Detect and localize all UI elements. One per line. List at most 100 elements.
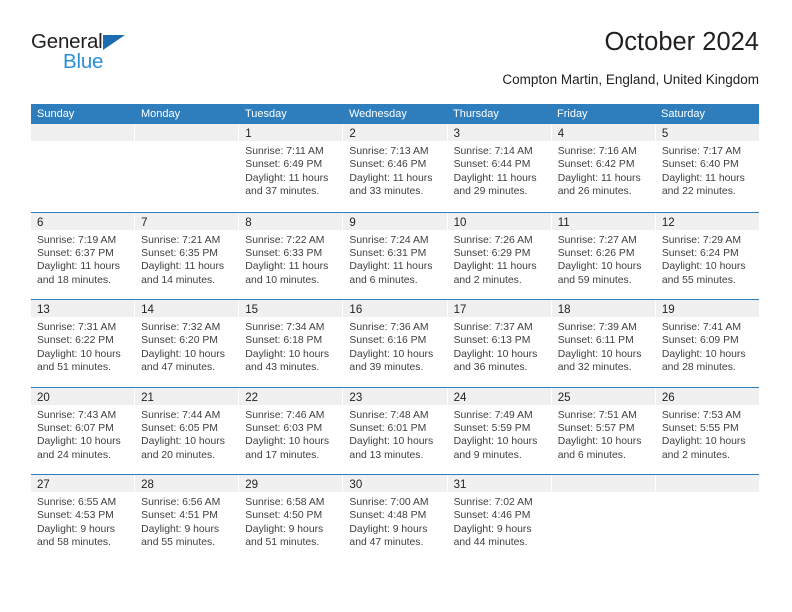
day-cell[interactable]: 22 Sunrise: 7:46 AM Sunset: 6:03 PM Dayl… [239,387,344,474]
day-number: 19 [661,304,675,316]
day-cell[interactable]: 25 Sunrise: 7:51 AM Sunset: 5:57 PM Dayl… [551,387,656,474]
day-cell[interactable]: 27 Sunrise: 6:55 AM Sunset: 4:53 PM Dayl… [31,475,136,562]
triangle-icon [102,35,125,50]
day-number-band: 10 [447,212,551,230]
day-cell[interactable] [31,124,136,212]
day-cell[interactable]: 18 Sunrise: 7:39 AM Sunset: 6:11 PM Dayl… [551,300,656,387]
day-number: 11 [557,216,570,229]
day-cell[interactable] [135,124,240,212]
daylight-text-line1: Daylight: 10 hours [141,348,225,360]
daylight-text-line1: Daylight: 10 hours [245,436,330,448]
day-cell[interactable]: 3 Sunrise: 7:14 AM Sunset: 6:44 PM Dayli… [447,124,552,212]
sunrise-text: Sunrise: 7:11 AM [245,146,324,157]
day-cell[interactable]: 7 Sunrise: 7:21 AM Sunset: 6:35 PM Dayli… [135,212,240,299]
daylight-text-line1: Daylight: 9 hours [453,523,532,535]
day-cell[interactable]: 20 Sunrise: 7:43 AM Sunset: 6:07 PM Dayl… [31,387,136,474]
day-cell[interactable]: 9 Sunrise: 7:24 AM Sunset: 6:31 PM Dayli… [343,212,448,299]
day-number-band [135,124,239,141]
sunrise-text: Sunrise: 7:27 AM [557,234,637,246]
day-cell[interactable]: 2 Sunrise: 7:13 AM Sunset: 6:46 PM Dayli… [343,124,448,212]
daylight-text-line1: Daylight: 10 hours [661,436,746,448]
day-cell[interactable]: 11 Sunrise: 7:27 AM Sunset: 6:26 PM Dayl… [551,212,656,299]
sunset-text: Sunset: 6:37 PM [37,247,114,259]
sunset-text: Sunset: 6:33 PM [245,247,323,259]
day-cell[interactable]: 15 Sunrise: 7:34 AM Sunset: 6:18 PM Dayl… [239,300,344,387]
day-cell[interactable]: 29 Sunrise: 6:58 AM Sunset: 4:50 PM Dayl… [239,475,344,562]
day-info: Sunrise: 7:31 AM Sunset: 6:22 PM Dayligh… [31,317,134,375]
weekday-header-sunday: Sunday [37,108,75,120]
day-info: Sunrise: 7:02 AM Sunset: 4:46 PM Dayligh… [448,492,551,550]
day-cell[interactable]: 14 Sunrise: 7:32 AM Sunset: 6:20 PM Dayl… [135,300,240,387]
daylight-text-line1: Daylight: 10 hours [37,348,121,360]
day-cell[interactable]: 31 Sunrise: 7:02 AM Sunset: 4:46 PM Dayl… [447,475,552,562]
sunrise-text: Sunrise: 7:24 AM [349,234,429,246]
day-cell[interactable]: 19 Sunrise: 7:41 AM Sunset: 6:09 PM Dayl… [655,300,759,387]
day-number: 1 [245,128,252,140]
brand-name-blue: Blue [63,50,104,73]
calendar-week-row: 6 Sunrise: 7:19 AM Sunset: 6:37 PM Dayli… [31,211,759,300]
daylight-text-line2: and 14 minutes. [141,274,216,286]
daylight-text-line2: and 10 minutes. [245,274,320,286]
sunset-text: Sunset: 6:44 PM [453,159,531,171]
sunset-text: Sunset: 4:46 PM [453,510,531,522]
day-cell[interactable]: 17 Sunrise: 7:37 AM Sunset: 6:13 PM Dayl… [447,300,552,387]
day-cell[interactable]: 28 Sunrise: 6:56 AM Sunset: 4:51 PM Dayl… [135,475,240,562]
day-cell[interactable]: 1 Sunrise: 7:11 AM Sunset: 6:49 PM Dayli… [239,124,344,212]
day-cell[interactable]: 26 Sunrise: 7:53 AM Sunset: 5:55 PM Dayl… [655,387,759,475]
daylight-text-line2: and 13 minutes. [349,449,424,461]
day-cell[interactable]: 8 Sunrise: 7:22 AM Sunset: 6:33 PM Dayli… [239,212,344,299]
day-cell[interactable]: 16 Sunrise: 7:36 AM Sunset: 6:16 PM Dayl… [343,300,448,387]
day-number-band: 22 [239,387,343,405]
page-subtitle: Compton Martin, England, United Kingdom [502,72,759,87]
day-cell[interactable]: 13 Sunrise: 7:31 AM Sunset: 6:22 PM Dayl… [31,300,136,387]
day-cell[interactable]: 24 Sunrise: 7:49 AM Sunset: 5:59 PM Dayl… [447,387,552,474]
daylight-text-line1: Daylight: 9 hours [141,523,220,535]
day-number: 24 [453,391,467,404]
daylight-text-line1: Daylight: 10 hours [453,436,538,448]
day-number-band: 9 [343,212,447,230]
day-cell[interactable] [551,475,656,562]
day-number: 7 [141,216,148,229]
sunset-text: Sunset: 6:22 PM [37,335,114,347]
daylight-text-line2: and 37 minutes. [245,186,320,198]
day-info: Sunrise: 7:34 AM Sunset: 6:18 PM Dayligh… [239,317,342,375]
daylight-text-line1: Daylight: 11 hours [661,172,745,184]
day-cell[interactable]: 10 Sunrise: 7:26 AM Sunset: 6:29 PM Dayl… [447,212,552,299]
day-info: Sunrise: 7:46 AM Sunset: 6:03 PM Dayligh… [239,405,342,463]
day-number-band: 14 [135,300,239,317]
daylight-text-line2: and 47 minutes. [141,362,216,374]
daylight-text-line2: and 44 minutes. [453,537,528,549]
day-number-band: 25 [551,387,655,405]
daylight-text-line1: Daylight: 10 hours [557,348,642,360]
daylight-text-line2: and 55 minutes. [141,537,216,549]
day-number: 6 [37,216,44,229]
day-number: 18 [557,304,571,316]
day-cell[interactable]: 12 Sunrise: 7:29 AM Sunset: 6:24 PM Dayl… [655,212,759,300]
day-cell[interactable]: 30 Sunrise: 7:00 AM Sunset: 4:48 PM Dayl… [343,475,448,562]
day-info: Sunrise: 7:14 AM Sunset: 6:44 PM Dayligh… [448,141,551,199]
daylight-text-line1: Daylight: 10 hours [661,261,746,273]
day-cell[interactable]: 6 Sunrise: 7:19 AM Sunset: 6:37 PM Dayli… [31,212,136,299]
weekday-header-wednesday: Wednesday [349,108,407,120]
sunset-text: Sunset: 6:31 PM [349,247,427,259]
day-cell[interactable] [655,475,759,562]
day-cell[interactable]: 5 Sunrise: 7:17 AM Sunset: 6:40 PM Dayli… [655,124,759,212]
day-number: 30 [349,479,363,491]
day-info: Sunrise: 7:00 AM Sunset: 4:48 PM Dayligh… [343,492,446,550]
day-info: Sunrise: 7:27 AM Sunset: 6:26 PM Dayligh… [552,230,655,288]
daylight-text-line1: Daylight: 11 hours [453,172,537,184]
day-number-band: 27 [31,475,135,492]
day-number: 12 [661,216,675,229]
daylight-text-line2: and 51 minutes. [245,537,320,549]
day-number: 5 [661,128,669,140]
sunrise-text: Sunrise: 7:49 AM [453,409,533,421]
day-info: Sunrise: 6:58 AM Sunset: 4:50 PM Dayligh… [239,492,342,550]
daylight-text-line1: Daylight: 11 hours [245,172,329,184]
sunrise-text: Sunrise: 7:31 AM [37,322,117,333]
day-cell[interactable]: 21 Sunrise: 7:44 AM Sunset: 6:05 PM Dayl… [135,387,240,474]
day-cell[interactable]: 4 Sunrise: 7:16 AM Sunset: 6:42 PM Dayli… [551,124,656,212]
day-cell[interactable]: 23 Sunrise: 7:48 AM Sunset: 6:01 PM Dayl… [343,387,448,474]
day-number: 17 [453,304,467,316]
day-info: Sunrise: 7:24 AM Sunset: 6:31 PM Dayligh… [343,230,446,288]
sunset-text: Sunset: 5:59 PM [453,422,531,434]
